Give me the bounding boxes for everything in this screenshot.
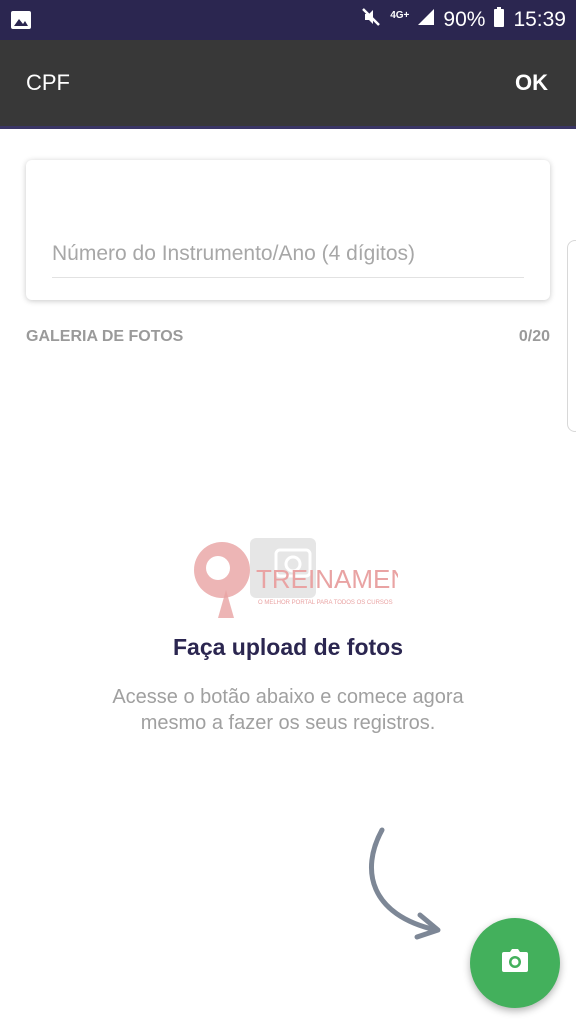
app-bar: CPF OK — [0, 40, 576, 126]
camera-icon — [501, 948, 529, 978]
vibrate-mute-icon — [360, 6, 382, 34]
curved-arrow-icon — [360, 820, 450, 955]
watermark-tagline: O MELHOR PORTAL PARA TODOS OS CURSOS — [258, 600, 393, 606]
add-photo-button[interactable] — [470, 918, 560, 1008]
watermark-text: TREINAMENTOS — [256, 564, 398, 594]
battery-percent: 90% — [443, 8, 486, 31]
status-bar: 4G+ 90% 15:39 — [0, 0, 576, 40]
instrument-number-field[interactable]: Número do Instrumento/Ano (4 dígitos) — [52, 242, 415, 266]
network-type: 4G+ — [390, 10, 410, 21]
side-scroll-handle[interactable] — [567, 240, 576, 432]
signal-icon — [417, 8, 435, 32]
gallery-count: 0/20 — [518, 328, 550, 345]
ok-button[interactable]: OK — [515, 70, 548, 96]
image-icon — [10, 10, 32, 35]
app-bar-title: CPF — [26, 70, 70, 95]
gallery-header: GALERIA DE FOTOS 0/20 — [26, 328, 550, 346]
gallery-label: GALERIA DE FOTOS — [26, 328, 184, 345]
empty-state-description: Acesse o botão abaixo e comece agora mes… — [112, 686, 464, 734]
battery-icon — [493, 7, 505, 33]
field-underline — [52, 277, 524, 278]
form-card: Número do Instrumento/Ano (4 dígitos) — [26, 160, 550, 300]
clock: 15:39 — [513, 8, 566, 31]
app-bar-divider — [0, 126, 576, 129]
empty-state-title: Faça upload de fotos — [172, 634, 404, 660]
watermark-logo: TREINAMENTOS O MELHOR PORTAL PARA TODOS … — [188, 530, 462, 620]
